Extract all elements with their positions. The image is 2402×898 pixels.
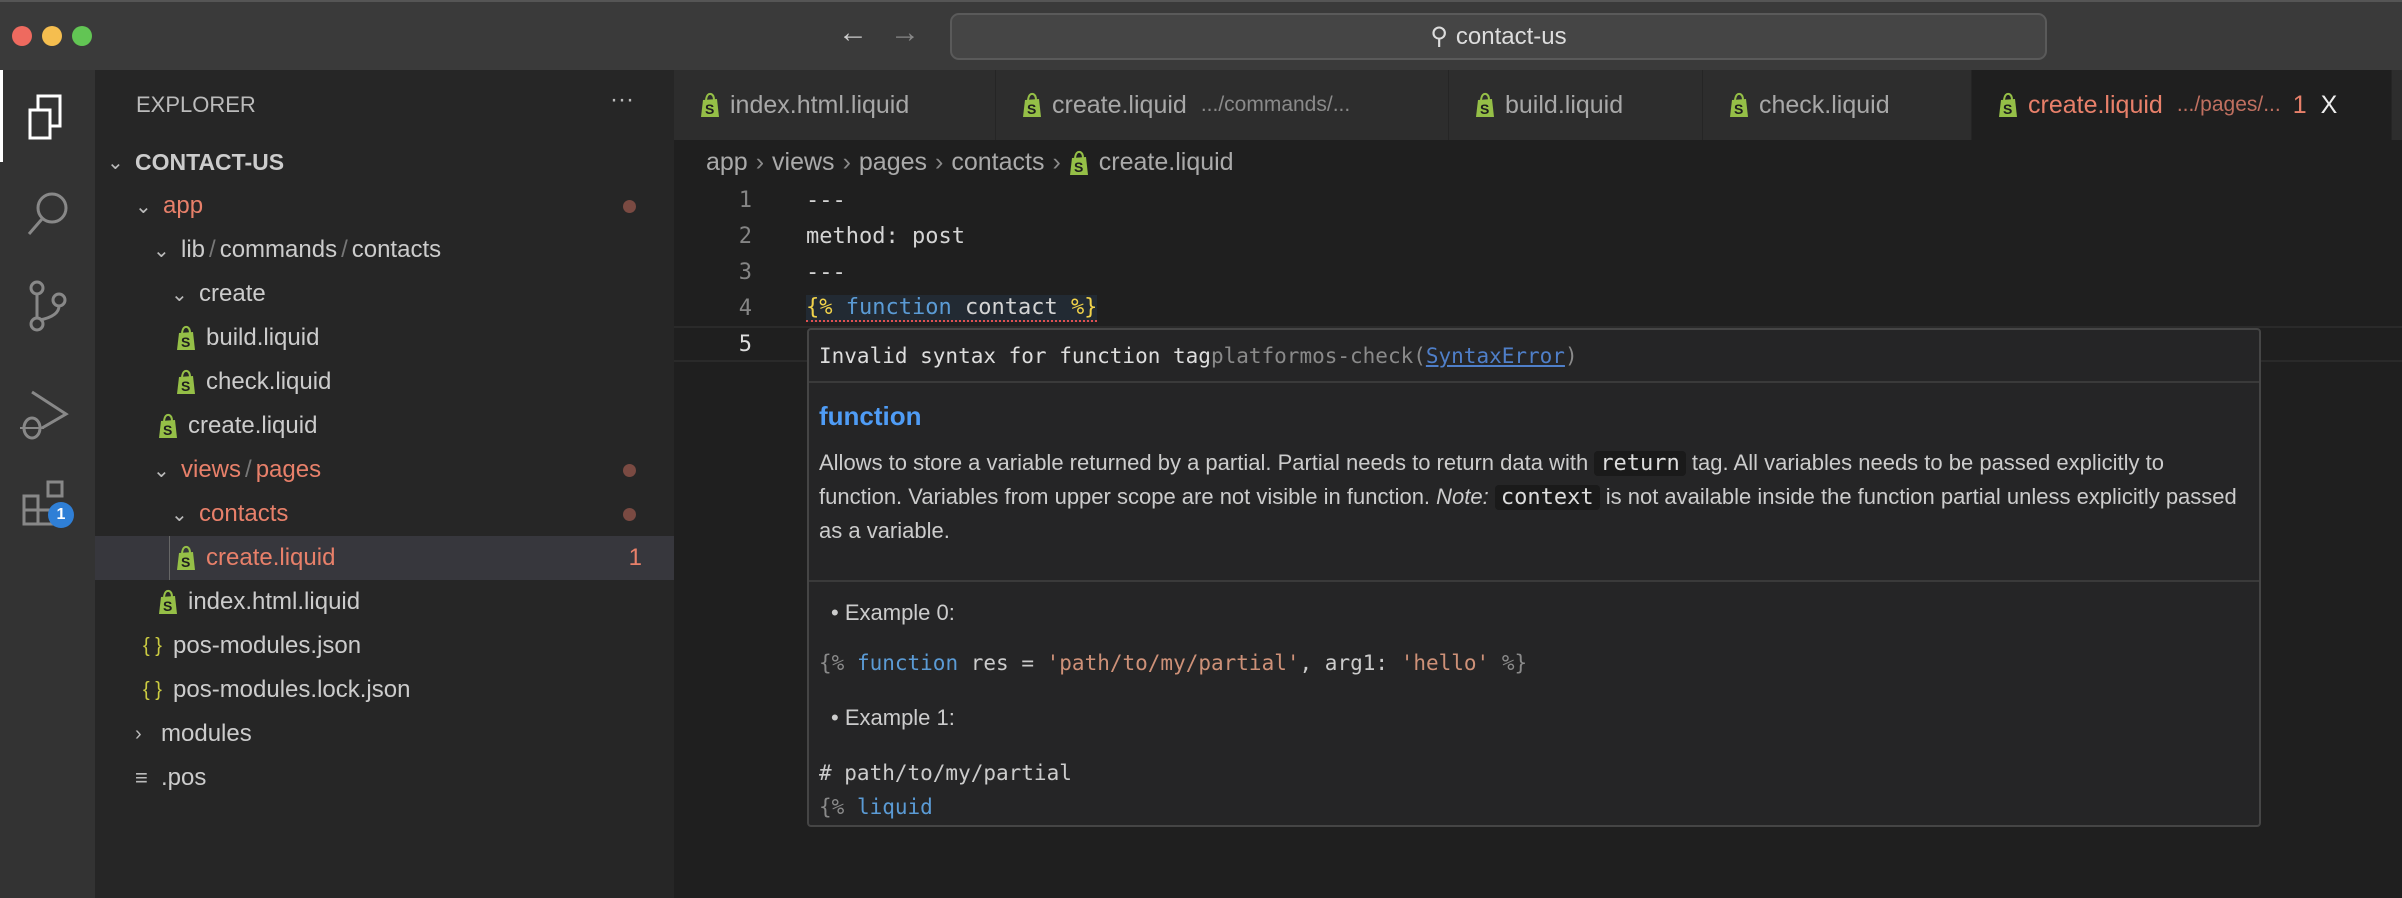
example-0-label: • Example 0:: [831, 600, 955, 625]
code-line[interactable]: 4 {% function contact %}: [674, 290, 2402, 326]
close-window-button[interactable]: [12, 26, 32, 46]
folder-lib-commands-contacts[interactable]: ⌄ lib / commands / contacts: [95, 228, 674, 272]
folder-app[interactable]: ⌄ app: [95, 184, 674, 228]
chevron-down-icon: ⌄: [135, 195, 152, 218]
diagnostic-message: Invalid syntax for function tag platform…: [809, 330, 2259, 383]
error-squiggle[interactable]: {% function contact %}: [806, 294, 1098, 322]
breadcrumb-contacts[interactable]: contacts: [951, 148, 1044, 177]
code-line[interactable]: 3 ---: [674, 254, 2402, 290]
source-control-icon[interactable]: [28, 280, 68, 332]
chevron-down-icon: ⌄: [107, 151, 124, 174]
run-debug-icon[interactable]: [18, 388, 70, 440]
modified-dot: [623, 463, 636, 477]
modified-dot: [623, 199, 636, 213]
liquid-file-icon: [700, 92, 720, 118]
explorer-files-icon[interactable]: [28, 94, 68, 142]
close-tab-icon[interactable]: X: [2321, 91, 2338, 120]
file-create-liquid[interactable]: create.liquid: [95, 404, 674, 448]
folder-contacts[interactable]: ⌄ contacts: [95, 492, 674, 536]
folder-create[interactable]: ⌄ create: [95, 272, 674, 316]
liquid-file-icon: [176, 369, 196, 395]
file-pos-modules-json[interactable]: { } pos-modules.json: [95, 624, 674, 668]
file-pos-modules-lock-json[interactable]: { } pos-modules.lock.json: [95, 668, 674, 712]
file-create-liquid-selected[interactable]: create.liquid 1: [95, 536, 674, 580]
folder-modules[interactable]: › modules: [95, 712, 674, 756]
code-line[interactable]: 1 ---: [674, 182, 2402, 218]
breadcrumb-pages[interactable]: pages: [859, 148, 927, 177]
chevron-down-icon: ⌄: [153, 459, 170, 482]
liquid-file-icon: [1022, 92, 1042, 118]
example-1-code: # path/to/my/partial {% liquid: [819, 761, 1072, 819]
folder-views-pages[interactable]: ⌄ views / pages: [95, 448, 674, 492]
search-icon: ⚲: [1430, 23, 1448, 50]
explorer-title: EXPLORER: [136, 92, 256, 117]
code-line[interactable]: 2 method: post: [674, 218, 2402, 254]
json-file-icon: { }: [143, 678, 162, 701]
minimize-window-button[interactable]: [42, 26, 62, 46]
more-actions-button[interactable]: ···: [610, 86, 634, 114]
example-0-code: {% function res = 'path/to/my/partial', …: [819, 651, 1528, 675]
modified-dot: [623, 507, 636, 521]
tab-create-liquid-commands[interactable]: create.liquid .../commands/...: [996, 70, 1449, 140]
liquid-file-icon: [158, 589, 178, 615]
tab-index-html-liquid[interactable]: index.html.liquid: [674, 70, 996, 140]
chevron-down-icon: ⌄: [171, 283, 188, 306]
explorer-sidebar: EXPLORER ··· ⌄ CONTACT-US ⌄ app ⌄ lib / comma…: [95, 70, 674, 898]
example-1-label: • Example 1:: [831, 705, 955, 730]
doc-heading: function: [819, 401, 922, 431]
liquid-file-icon: [158, 413, 178, 439]
liquid-file-icon: [176, 545, 196, 571]
breadcrumb-views[interactable]: views: [772, 148, 835, 177]
documentation: function Allows to store a variable retu…: [809, 383, 2259, 582]
tab-create-liquid-pages[interactable]: create.liquid .../pages/... 1 X: [1972, 70, 2392, 140]
chevron-down-icon: ⌄: [153, 239, 170, 262]
problem-count: 1: [628, 544, 642, 571]
hover-tooltip: Invalid syntax for function tag platform…: [807, 328, 2261, 827]
text-file-icon: ≡: [135, 765, 148, 790]
forward-arrow-icon[interactable]: →: [890, 16, 920, 50]
json-file-icon: { }: [143, 634, 162, 657]
syntax-error-link[interactable]: SyntaxError: [1426, 344, 1565, 368]
file-index-html-liquid[interactable]: index.html.liquid: [95, 580, 674, 624]
tab-check-liquid[interactable]: check.liquid: [1703, 70, 1972, 140]
activity-bar: 1: [0, 70, 95, 898]
liquid-file-icon: [176, 325, 196, 351]
liquid-file-icon: [1998, 92, 2018, 118]
command-center-search[interactable]: ⚲ contact-us: [950, 13, 2047, 60]
file-check-liquid[interactable]: check.liquid: [95, 360, 674, 404]
file-build-liquid[interactable]: build.liquid: [95, 316, 674, 360]
breadcrumb-app[interactable]: app: [706, 148, 748, 177]
chevron-down-icon: ⌄: [171, 503, 188, 526]
breadcrumb: app › views › pages › contacts › create.liqu…: [706, 148, 1234, 177]
liquid-file-icon: [1729, 92, 1749, 118]
liquid-file-icon: [1069, 150, 1089, 176]
back-arrow-icon[interactable]: ←: [838, 16, 868, 50]
extensions-badge: 1: [48, 502, 74, 528]
search-icon[interactable]: [26, 190, 70, 236]
breadcrumb-file[interactable]: create.liquid: [1099, 148, 1234, 177]
title-bar: ← → ⚲ contact-us: [0, 0, 2402, 70]
doc-examples: • Example 0: {% function res = 'path/to/…: [809, 582, 2259, 825]
file-pos[interactable]: ≡ .pos: [95, 756, 674, 800]
doc-description: Allows to store a variable returned by a…: [819, 450, 2237, 543]
liquid-file-icon: [1475, 92, 1495, 118]
workspace-root[interactable]: ⌄ CONTACT-US: [95, 140, 674, 184]
tab-build-liquid[interactable]: build.liquid: [1449, 70, 1703, 140]
maximize-window-button[interactable]: [72, 26, 92, 46]
chevron-right-icon: ›: [135, 722, 142, 745]
editor-tabs: index.html.liquid create.liquid .../comma…: [674, 70, 2402, 140]
